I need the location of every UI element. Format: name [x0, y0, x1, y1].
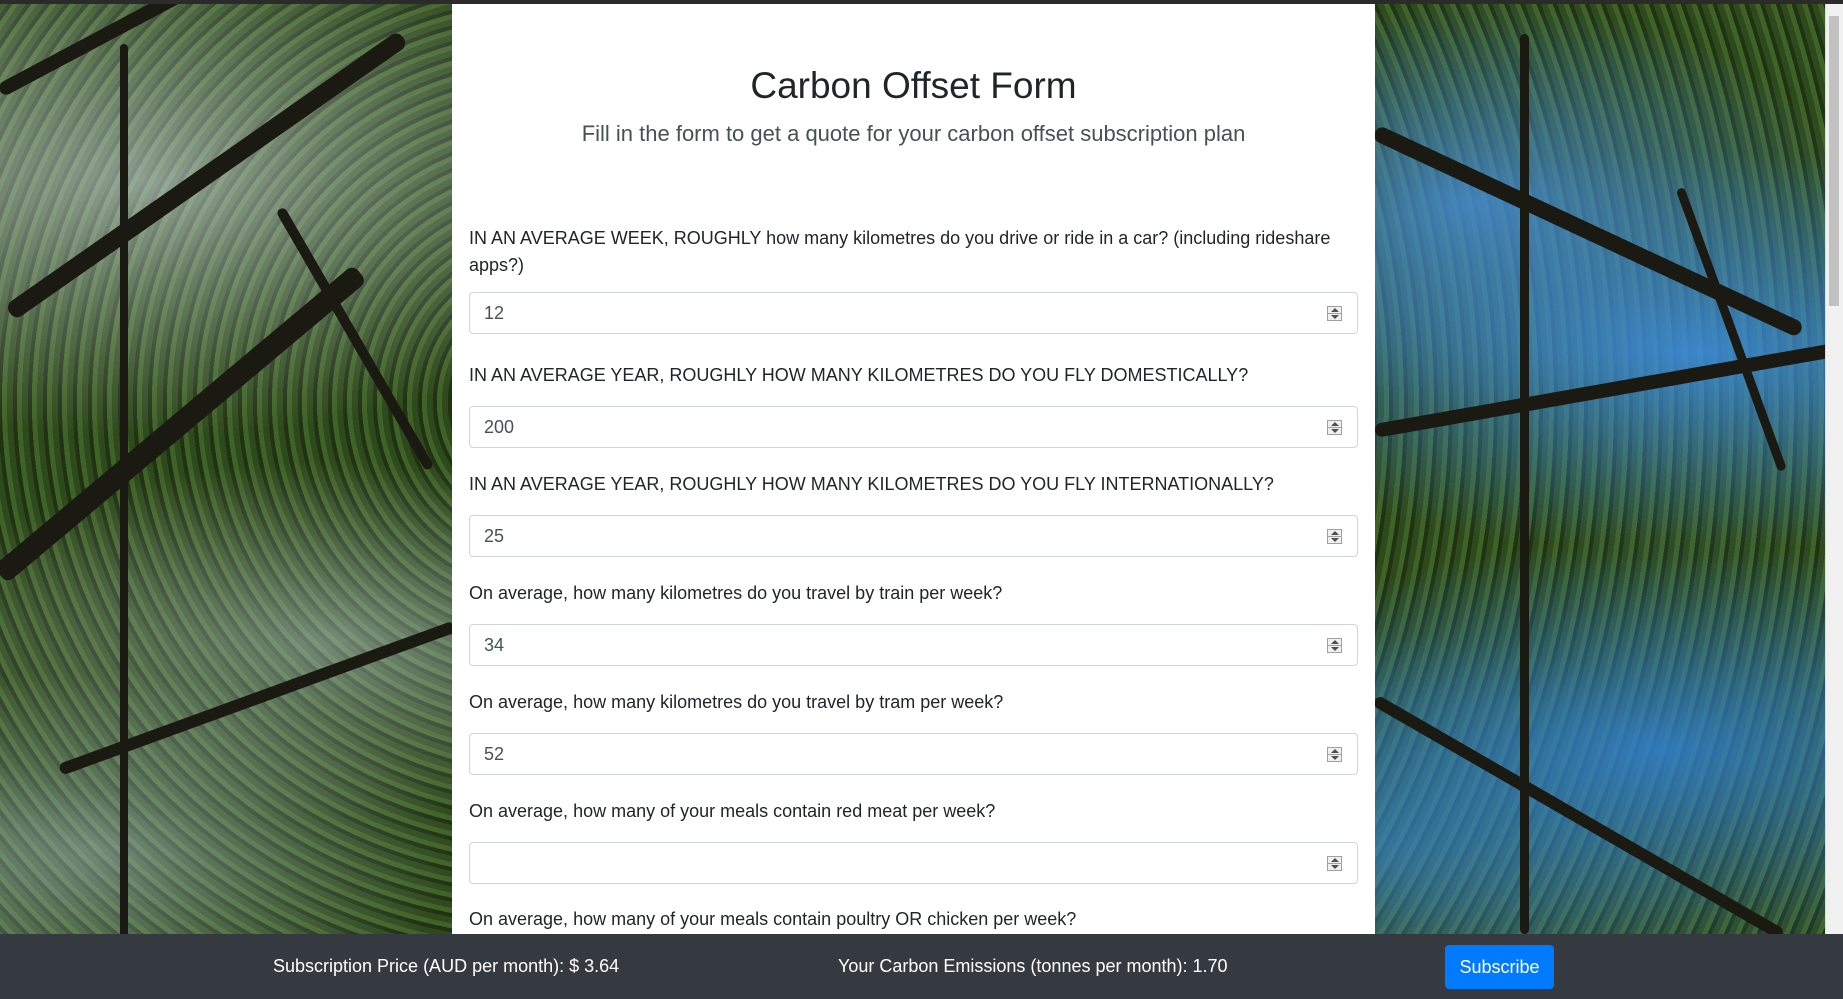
train-km-input[interactable]: 34	[469, 624, 1358, 666]
page-subtitle: Fill in the form to get a quote for your…	[581, 121, 1246, 146]
subscribe-button[interactable]: Subscribe	[1445, 945, 1554, 989]
question-label: On average, how many kilometres do you t…	[469, 583, 1003, 603]
question-label: On average, how many of your meals conta…	[469, 801, 996, 821]
scrollbar-thumb[interactable]	[1829, 16, 1839, 306]
question-train-km: On average, how many kilometres do you t…	[469, 580, 1360, 666]
number-spinner[interactable]	[1327, 747, 1342, 762]
question-label: On average, how many of your meals conta…	[469, 909, 1077, 929]
carbon-emissions: Your Carbon Emissions (tonnes per month)…	[838, 956, 1228, 976]
form-card: Carbon Offset Form Fill in the form to g…	[452, 4, 1375, 999]
international-flight-km-input[interactable]: 25	[469, 515, 1358, 557]
tree-branch	[1675, 186, 1787, 472]
question-red-meat-meals: On average, how many of your meals conta…	[469, 798, 1360, 884]
number-spinner[interactable]	[1327, 420, 1342, 435]
spinner-down-icon[interactable]	[1331, 756, 1339, 760]
input-value: 25	[484, 526, 505, 546]
page-scrollbar[interactable]	[1825, 4, 1843, 999]
question-label: IN AN AVERAGE YEAR, ROUGHLY HOW MANY KIL…	[469, 365, 1249, 385]
number-spinner[interactable]	[1327, 529, 1342, 544]
question-label: IN AN AVERAGE WEEK, ROUGHLY how many kil…	[469, 228, 1331, 275]
tram-km-input[interactable]: 52	[469, 733, 1358, 775]
spinner-up-icon[interactable]	[1331, 640, 1339, 644]
tree-branch	[0, 264, 368, 584]
spinner-down-icon[interactable]	[1331, 865, 1339, 869]
spinner-down-icon[interactable]	[1331, 647, 1339, 651]
domestic-flight-km-input[interactable]: 200	[469, 406, 1358, 448]
question-domestic-flight-km: IN AN AVERAGE YEAR, ROUGHLY HOW MANY KIL…	[469, 362, 1360, 448]
spinner-up-icon[interactable]	[1331, 749, 1339, 753]
car-km-input[interactable]: 12	[469, 292, 1358, 334]
page-title: Carbon Offset Form	[750, 65, 1077, 106]
input-value: 34	[484, 635, 505, 655]
tree-branch	[1520, 34, 1529, 934]
question-international-flight-km: IN AN AVERAGE YEAR, ROUGHLY HOW MANY KIL…	[469, 471, 1360, 557]
spinner-up-icon[interactable]	[1331, 422, 1339, 426]
input-value: 12	[484, 303, 505, 323]
input-value: 200	[484, 417, 515, 437]
question-tram-km: On average, how many kilometres do you t…	[469, 689, 1360, 775]
red-meat-meals-input[interactable]	[469, 842, 1358, 884]
tree-branch	[57, 620, 457, 776]
tree-branch	[1372, 694, 1786, 941]
number-spinner[interactable]	[1327, 856, 1342, 871]
question-car-km: IN AN AVERAGE WEEK, ROUGHLY how many kil…	[469, 225, 1360, 334]
input-value: 52	[484, 744, 505, 764]
spinner-up-icon[interactable]	[1331, 531, 1339, 535]
spinner-down-icon[interactable]	[1331, 429, 1339, 433]
spinner-down-icon[interactable]	[1331, 538, 1339, 542]
number-spinner[interactable]	[1327, 638, 1342, 653]
tree-branch	[1371, 124, 1805, 338]
question-poultry-meals: On average, how many of your meals conta…	[469, 906, 1360, 933]
spinner-up-icon[interactable]	[1331, 308, 1339, 312]
number-spinner[interactable]	[1327, 306, 1342, 321]
question-label: On average, how many kilometres do you t…	[469, 692, 1004, 712]
quote-footer-bar: Subscription Price (AUD per month): $ 3.…	[0, 934, 1843, 999]
spinner-up-icon[interactable]	[1331, 858, 1339, 862]
tree-branch	[275, 206, 435, 472]
question-label: IN AN AVERAGE YEAR, ROUGHLY HOW MANY KIL…	[469, 474, 1274, 494]
tree-branch	[120, 44, 128, 944]
subscription-price: Subscription Price (AUD per month): $ 3.…	[273, 956, 620, 976]
spinner-down-icon[interactable]	[1331, 315, 1339, 319]
